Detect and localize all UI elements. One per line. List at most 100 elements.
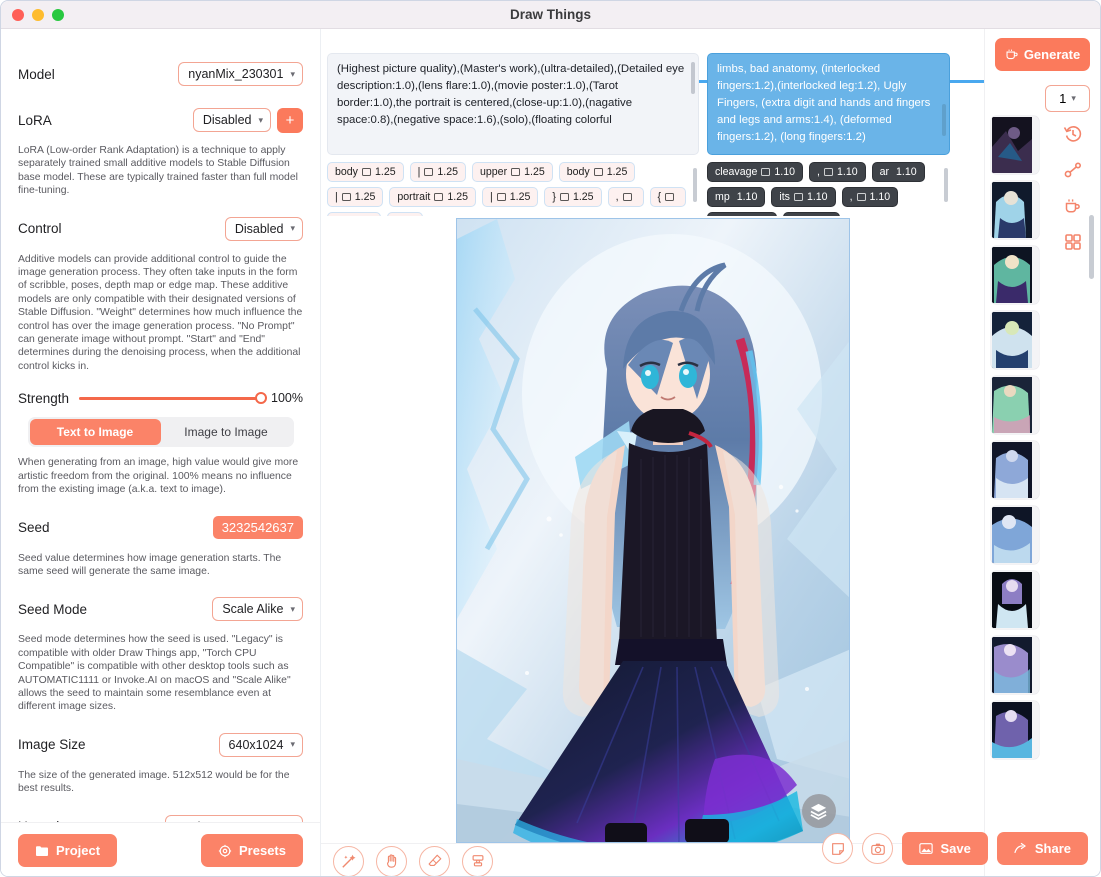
chip-toggle-icon[interactable] [424,168,434,176]
prompt-chip[interactable]: | 1.25 [482,187,539,207]
chip-toggle-icon[interactable] [622,193,632,201]
project-button[interactable]: Project [18,834,118,867]
tab-image-to-image[interactable]: Image to Image [161,419,292,445]
list-item[interactable] [991,181,1039,239]
chip-toggle-icon[interactable] [361,168,371,176]
presets-button[interactable]: Presets [201,834,303,867]
negative-prompt-scrollbar[interactable] [942,104,946,136]
list-item[interactable] [991,506,1039,564]
generate-button[interactable]: Generate [995,38,1090,71]
maximize-icon[interactable] [52,8,64,21]
add-lora-button[interactable]: + [277,107,303,133]
model-select[interactable]: nyanMix_230301 ▾ [178,62,303,86]
chip-toggle-icon[interactable] [665,193,675,201]
close-icon[interactable] [12,8,24,21]
prompt-chip[interactable]: , 1.10 [841,187,899,207]
prompt-chip[interactable]: ar 1.10 [871,162,925,182]
seed-mode-select[interactable]: Scale Alike ▾ [212,597,303,622]
chip-toggle-icon[interactable] [496,193,506,201]
thumbnail-list[interactable] [985,112,1046,876]
prompt-chip[interactable]: , [607,187,644,207]
seed-value-field[interactable]: 3232542637 [212,516,303,539]
positive-prompt-input[interactable]: (Highest picture quality),(Master's work… [327,53,699,155]
prompt-chip[interactable]: cleavage 1.10 [707,162,804,182]
chip-toggle-icon[interactable] [761,168,771,176]
chip-toggle-icon[interactable] [593,168,603,176]
magic-wand-button[interactable] [333,845,364,876]
chip-toggle-icon[interactable] [793,193,803,201]
center-panel: (Highest picture quality),(Master's work… [321,29,1100,876]
strength-slider[interactable] [79,389,268,407]
eraser-tool-button[interactable] [419,845,450,876]
note-button[interactable] [822,833,854,864]
prompt-chip[interactable]: { [649,187,687,207]
chip-weight: 1.25 [374,166,396,178]
chip-toggle-icon[interactable] [823,168,833,176]
node-link-button[interactable] [1063,160,1083,180]
seed-description: Seed value determines how image generati… [18,552,282,577]
batch-count-select[interactable]: 1 ▾ [1045,85,1090,112]
tab-text-to-image[interactable]: Text to Image [29,419,161,446]
list-item[interactable] [991,441,1039,499]
chip-weight: 1.10 [774,166,796,178]
prompt-chip[interactable]: its 1.10 [771,187,836,207]
list-item[interactable] [991,701,1039,759]
lora-select[interactable]: Disabled ▾ [192,108,271,132]
prompt-chip[interactable]: body 1.25 [558,162,636,182]
chip-toggle-icon[interactable] [341,193,351,201]
strength-slider-thumb[interactable] [255,392,268,405]
coffee-button[interactable] [1063,196,1083,216]
seed-mode-value: Scale Alike [222,602,284,617]
strength-value: 100% [271,391,303,406]
hand-tool-button[interactable] [376,845,407,876]
camera-button[interactable] [862,833,894,864]
chip-label: portrait [397,191,431,203]
list-item[interactable] [991,571,1039,629]
prompt-chip[interactable]: upper 1.25 [472,162,553,182]
layers-button[interactable] [801,794,836,828]
list-item[interactable] [991,311,1039,369]
generated-image [456,219,849,842]
negative-prompt-column: limbs, bad anatomy, (interlocked fingers… [707,53,950,216]
prompt-chip[interactable]: } 1.25 [544,187,602,207]
chip-weight: 1.10 [896,166,917,178]
control-select[interactable]: Disabled ▾ [224,216,303,241]
prompt-chip[interactable]: portrait 1.25 [389,187,476,207]
generated-image-canvas[interactable] [455,218,850,843]
model-label: Model [18,66,55,82]
chip-toggle-icon[interactable] [511,168,521,176]
image-size-select[interactable]: 640x1024 ▾ [218,732,303,757]
save-button[interactable]: Save [902,832,988,865]
minimize-icon[interactable] [32,8,44,21]
chip-label: cleavage [715,166,758,178]
strength-row: Strength 100% [18,389,303,407]
prompt-chip[interactable]: mp 1.10 [707,187,766,207]
prompt-chip[interactable]: | 1.25 [327,187,384,207]
chip-weight: 1.25 [524,166,545,178]
canvas-area[interactable] [321,216,984,843]
chevron-down-icon: ▾ [1071,93,1076,103]
save-button-label: Save [940,841,971,856]
negative-prompt-input[interactable]: limbs, bad anatomy, (interlocked fingers… [707,53,950,155]
list-item[interactable] [991,116,1039,174]
list-item[interactable] [991,636,1039,694]
settings-scroll-region[interactable]: Model nyanMix_230301 ▾ LoRA Disabled ▾ + [1,29,320,840]
share-button[interactable]: Share [996,832,1088,865]
gallery-scrollbar[interactable] [1089,215,1094,279]
history-icon [1064,126,1082,142]
chip-toggle-icon[interactable] [434,193,444,201]
chip-toggle-icon[interactable] [559,193,569,201]
history-button[interactable] [1063,124,1083,144]
positive-chips-scrollbar[interactable] [693,168,697,202]
grid-view-button[interactable] [1063,232,1083,252]
list-item[interactable] [991,246,1039,304]
seed-mode-description: Seed mode determines how the seed is use… [18,634,291,713]
stamp-tool-button[interactable] [462,845,493,876]
prompt-chip[interactable]: | 1.25 [409,162,466,182]
prompt-chip[interactable]: body 1.25 [327,162,404,182]
chip-toggle-icon[interactable] [856,193,866,201]
positive-prompt-scrollbar[interactable] [691,62,695,94]
negative-chips-scrollbar[interactable] [944,168,948,202]
list-item[interactable] [991,376,1039,434]
prompt-chip[interactable]: , 1.10 [809,162,866,182]
